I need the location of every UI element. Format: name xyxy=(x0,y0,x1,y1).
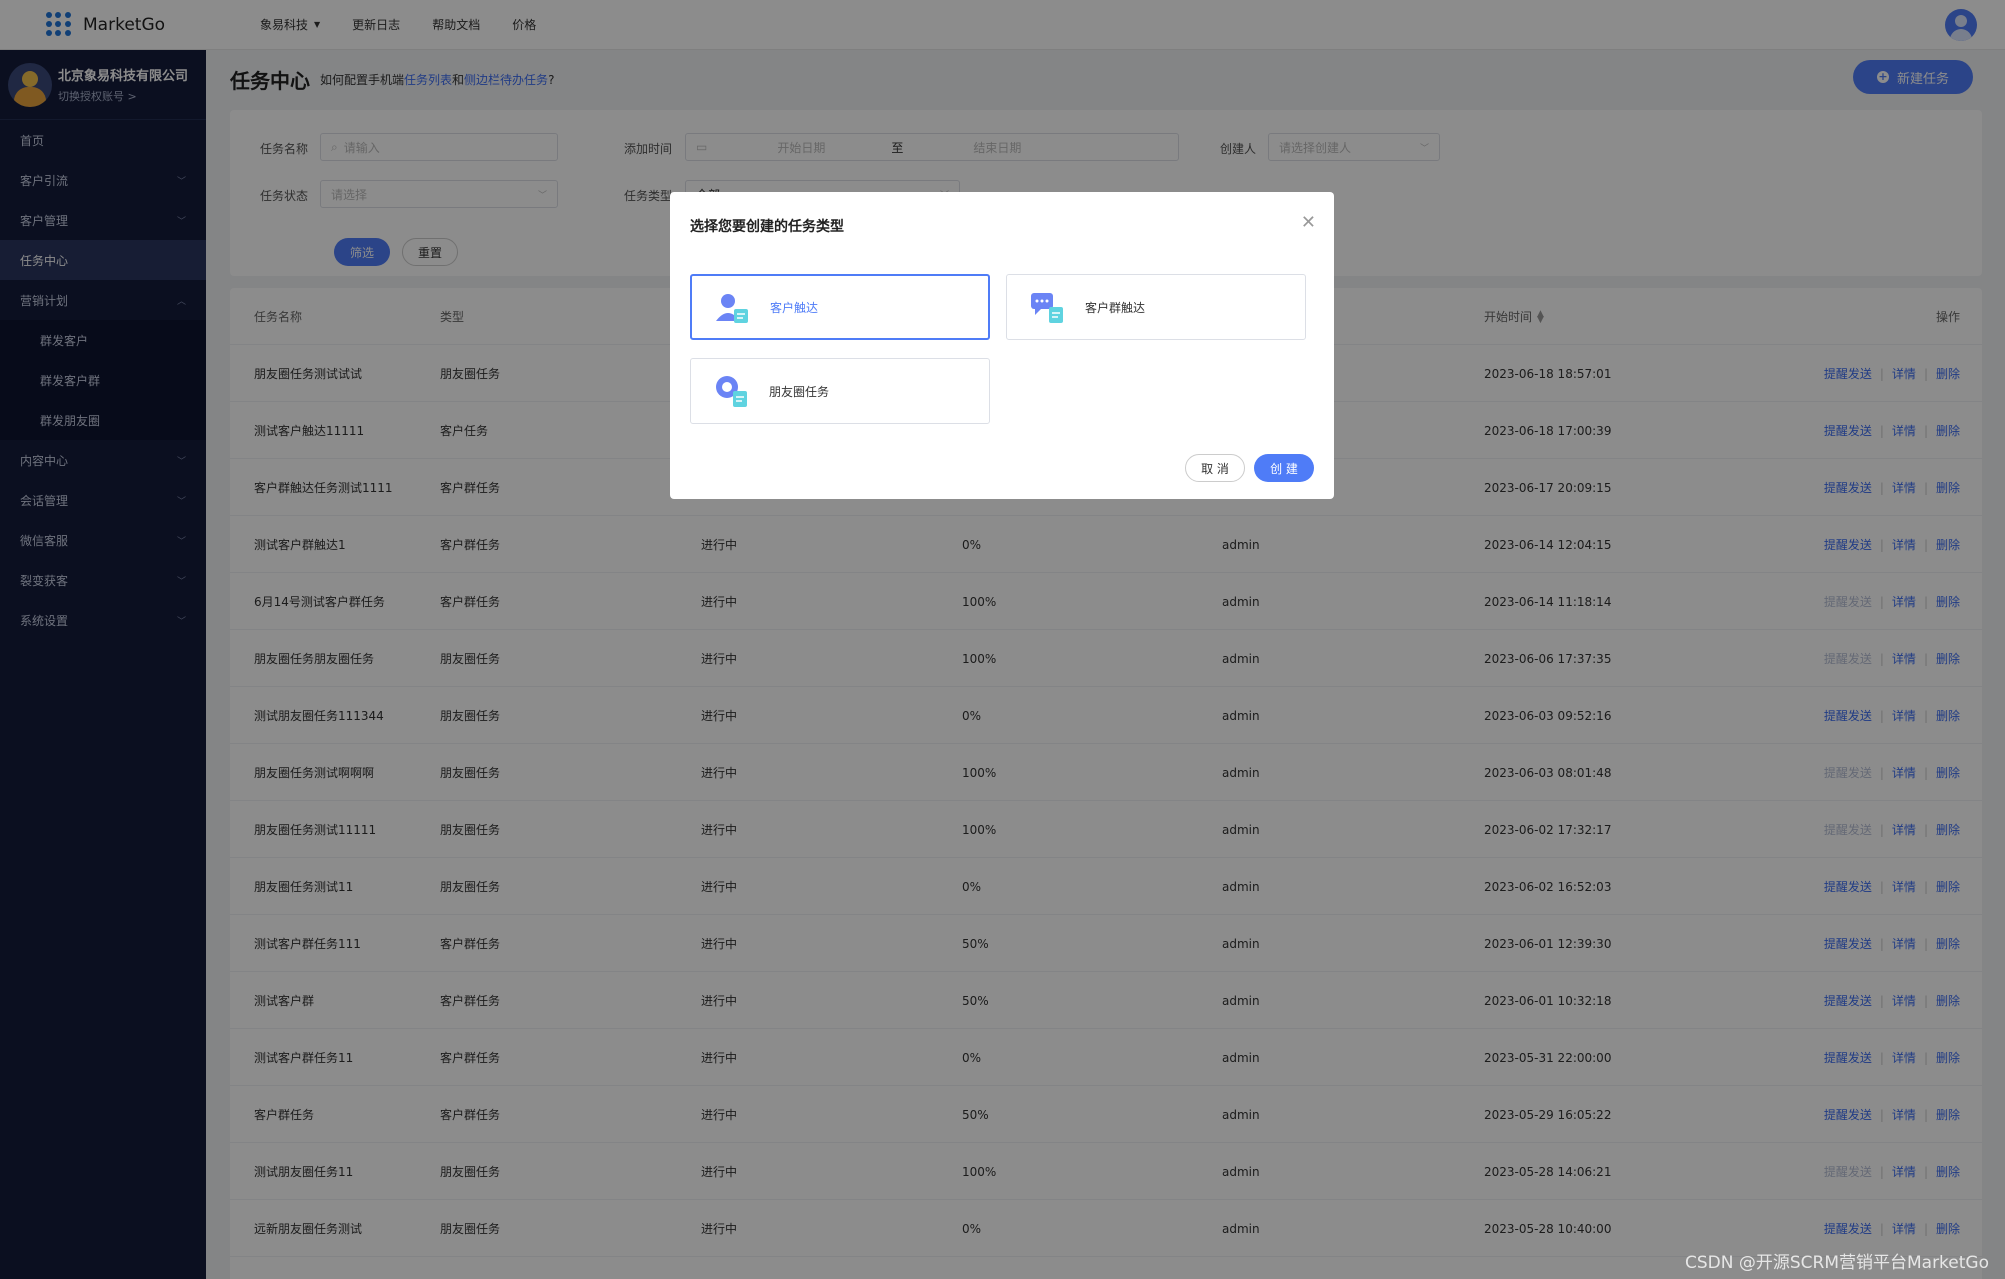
option-moments-task[interactable]: 朋友圈任务 xyxy=(690,358,990,424)
option-group-reach[interactable]: 客户群触达 xyxy=(1006,274,1306,340)
moments-task-icon xyxy=(716,376,747,407)
group-chat-reach-icon xyxy=(1031,293,1063,323)
watermark: CSDN @开源SCRM营销平台MarketGo xyxy=(1684,1253,1989,1273)
cancel-button[interactable]: 取 消 xyxy=(1185,454,1245,482)
close-icon[interactable]: ✕ xyxy=(1301,212,1316,233)
dialog-title: 选择您要创建的任务类型 xyxy=(690,219,844,235)
create-task-dialog: 选择您要创建的任务类型 ✕ 客户触达 客户群触达 朋友圈任务 取 消 创 建 xyxy=(670,192,1334,499)
create-button[interactable]: 创 建 xyxy=(1254,454,1314,482)
option-customer-reach[interactable]: 客户触达 xyxy=(690,274,990,340)
customer-reach-icon xyxy=(716,294,748,323)
